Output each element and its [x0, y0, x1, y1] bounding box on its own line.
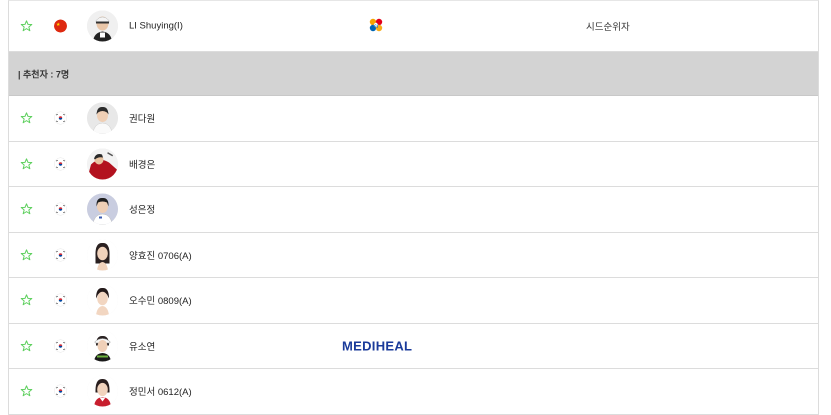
avatar — [87, 284, 118, 316]
table-row: 성은정 — [9, 187, 818, 233]
table-row: 양효진 0706(A) — [9, 232, 818, 278]
avatar — [87, 193, 118, 225]
svg-text:cj: cj — [374, 23, 378, 28]
table-row: 정민서 0612(A) — [9, 369, 818, 415]
favorite-star-icon[interactable] — [20, 339, 33, 352]
table-row: 오수민 0809(A) — [9, 278, 818, 324]
player-table: LI Shuying(I) cj 시드순위자 | 추천자 : 7명 권다원 배경… — [8, 0, 819, 415]
korea-flag-icon — [54, 202, 67, 216]
korea-flag-icon — [54, 157, 67, 171]
player-name-link[interactable]: 양효진 0706(A) — [129, 248, 192, 262]
player-name-link[interactable]: 유소연 — [129, 339, 155, 353]
avatar — [87, 102, 118, 134]
table-row: 권다원 — [9, 96, 818, 142]
favorite-star-icon[interactable] — [20, 157, 33, 170]
section-header: | 추천자 : 7명 — [9, 52, 818, 96]
korea-flag-icon — [54, 293, 67, 307]
section-label: | 추천자 : 7명 — [18, 69, 70, 79]
player-name-link[interactable]: 정민서 0612(A) — [129, 384, 192, 398]
korea-flag-icon — [54, 339, 67, 353]
player-name-link[interactable]: 성은정 — [129, 202, 155, 216]
favorite-star-icon[interactable] — [20, 112, 33, 125]
cj-logo-icon: cj — [366, 16, 386, 36]
korea-flag-icon — [54, 384, 67, 398]
player-name-link[interactable]: 배경은 — [129, 157, 155, 171]
avatar — [87, 375, 118, 407]
table-row: 배경은 — [9, 141, 818, 187]
seed-note: 시드순위자 — [586, 22, 630, 33]
avatar — [87, 330, 118, 362]
player-name-link[interactable]: 오수민 0809(A) — [129, 293, 192, 307]
korea-flag-icon — [54, 248, 67, 262]
china-flag-icon — [54, 19, 67, 33]
favorite-star-icon[interactable] — [20, 248, 33, 261]
table-row: LI Shuying(I) cj 시드순위자 — [9, 1, 818, 52]
favorite-star-icon[interactable] — [20, 385, 33, 398]
avatar — [87, 239, 118, 271]
favorite-star-icon[interactable] — [20, 294, 33, 307]
player-name-link[interactable]: LI Shuying(I) — [129, 21, 183, 32]
avatar — [87, 148, 118, 180]
korea-flag-icon — [54, 111, 67, 125]
sponsor-logo: MEDIHEAL — [342, 338, 413, 354]
avatar — [87, 10, 118, 42]
table-row: 유소연 MEDIHEAL — [9, 323, 818, 369]
player-name-link[interactable]: 권다원 — [129, 111, 155, 125]
favorite-star-icon[interactable] — [20, 203, 33, 216]
favorite-star-icon[interactable] — [20, 20, 33, 33]
